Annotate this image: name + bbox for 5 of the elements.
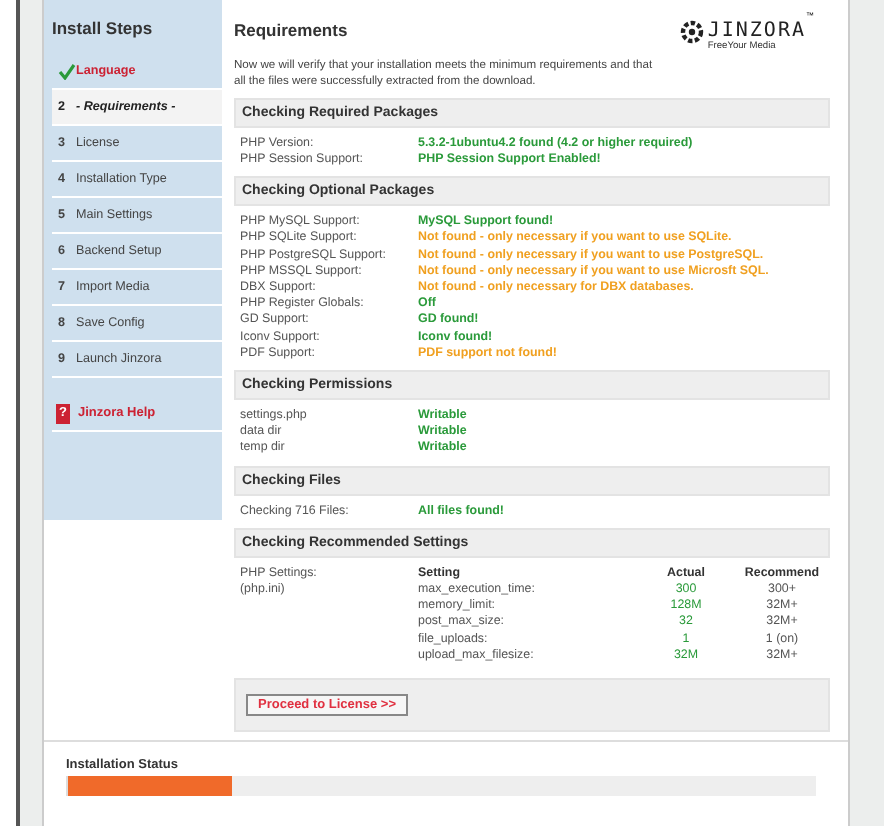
gear-icon <box>679 20 704 45</box>
page-title: Requirements <box>234 20 348 44</box>
logo-text: JINZORA <box>707 20 806 42</box>
sidebar-title: Install Steps <box>52 18 155 38</box>
check-icon <box>58 63 76 79</box>
